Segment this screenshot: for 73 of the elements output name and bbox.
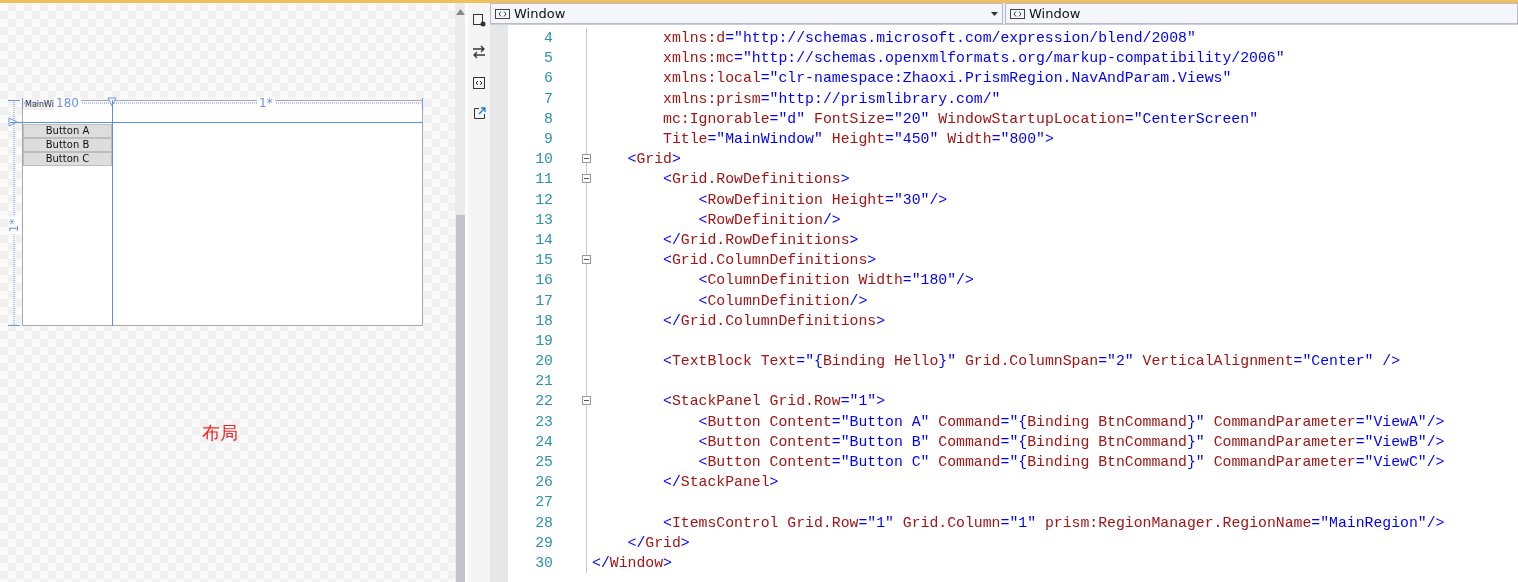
line-number: 21 (534, 373, 554, 390)
line-number: 19 (534, 332, 554, 349)
code-line: <Button Content="Button B" Command="{Binding BtnCommand}" CommandParameter="ViewB"/> (697, 433, 1445, 450)
document-icon[interactable] (472, 13, 486, 27)
code-line: </Grid.ColumnDefinitions> (662, 312, 886, 329)
line-number: 28 (534, 514, 554, 531)
code-line: Title="MainWindow" Height="450" Width="800"> (662, 131, 1054, 148)
scope-dropdown[interactable]: Window (1005, 3, 1518, 24)
line-number: 17 (534, 292, 554, 309)
code-line: xmlns:prism="http://prismlibrary.com/" (662, 90, 1001, 107)
code-line: </Window> (592, 554, 672, 571)
line-number: 18 (534, 312, 554, 329)
line-number: 26 (534, 474, 554, 491)
code-line: </Grid> (626, 534, 690, 551)
column-width-label: 1* (257, 97, 275, 110)
code-line: <RowDefinition/> (697, 211, 841, 228)
swap-icon[interactable] (472, 45, 486, 59)
line-number: 25 (534, 454, 554, 471)
line-number: 15 (534, 252, 554, 269)
code-line: </StackPanel> (662, 474, 779, 491)
code-line: <StackPanel Grid.Row="1"> (662, 393, 886, 410)
line-number: 22 (534, 393, 554, 410)
line-number: 8 (543, 110, 554, 127)
scroll-up-icon[interactable] (455, 9, 465, 15)
line-number: 13 (534, 211, 554, 228)
row-height-label: 1* (8, 216, 22, 235)
code-line: <Grid.RowDefinitions> (662, 171, 850, 188)
code-icon (495, 8, 510, 19)
line-number: 30 (534, 554, 554, 571)
collapse-icon[interactable] (582, 255, 591, 265)
code-line: xmlns:d="http://schemas.microsoft.com/expression/blend/2008" (662, 30, 1196, 47)
code-line: <Grid.ColumnDefinitions> (662, 252, 877, 269)
code-icon[interactable] (473, 77, 485, 89)
column-width-label: 180 (54, 97, 81, 110)
scope-dropdown[interactable]: Window (490, 3, 1003, 24)
annotation-label: 布局 (202, 421, 238, 445)
code-line: <Button Content="Button A" Command="{Binding BtnCommand}" CommandParameter="ViewA"/> (697, 413, 1445, 430)
caret-icon (991, 11, 998, 16)
line-number: 12 (534, 191, 554, 208)
code-line: </Grid.RowDefinitions> (662, 231, 859, 248)
line-number: 14 (534, 231, 554, 248)
line-number: 29 (534, 534, 554, 551)
line-number: 27 (534, 494, 554, 511)
line-number: 5 (543, 50, 554, 67)
code-line: <Button Content="Button C" Command="{Binding BtnCommand}" CommandParameter="ViewC"/> (697, 454, 1445, 471)
line-number: 24 (534, 433, 554, 450)
preview-button[interactable]: Button C (23, 152, 112, 166)
preview-button[interactable]: Button B (23, 138, 112, 152)
code-line: <ColumnDefinition Width="180"/> (697, 272, 974, 289)
preview-button[interactable]: Button A (23, 124, 112, 138)
line-number: 4 (543, 30, 554, 47)
line-number: 11 (534, 171, 554, 188)
line-number: 16 (534, 272, 554, 289)
code-line: mc:Ignorable="d" FontSize="20" WindowStartupLocation="CenterScreen" (662, 110, 1258, 127)
code-line: <TextBlock Text="{Binding Hello}" Grid.ColumnSpan="2" VerticalAlignment="Center" /> (662, 353, 1401, 370)
line-number: 7 (543, 90, 554, 107)
popout-icon[interactable] (472, 107, 486, 120)
line-number: 20 (534, 353, 554, 370)
collapse-icon[interactable] (582, 396, 591, 406)
line-number: 23 (534, 413, 554, 430)
scrollbar[interactable] (455, 3, 465, 582)
collapse-icon[interactable] (582, 154, 591, 164)
code-line: xmlns:mc="http://schemas.openxmlformats.org/markup-compatibility/2006" (662, 50, 1285, 67)
code-icon (1010, 8, 1025, 19)
line-number: 10 (534, 151, 554, 168)
line-number: 6 (543, 70, 554, 87)
code-line: <ItemsControl Grid.Row="1" Grid.Column="1" prism:RegionManager.RegionName="MainRegion"/> (662, 514, 1445, 531)
collapse-icon[interactable] (582, 174, 591, 184)
code-line: <ColumnDefinition/> (697, 292, 868, 309)
code-line: <RowDefinition Height="30"/> (697, 191, 948, 208)
code-line: <Grid> (626, 151, 681, 168)
code-line: xmlns:local="clr-namespace:Zhaoxi.PrismRegion.NavAndParam.Views" (662, 70, 1232, 87)
line-number: 9 (543, 131, 554, 148)
